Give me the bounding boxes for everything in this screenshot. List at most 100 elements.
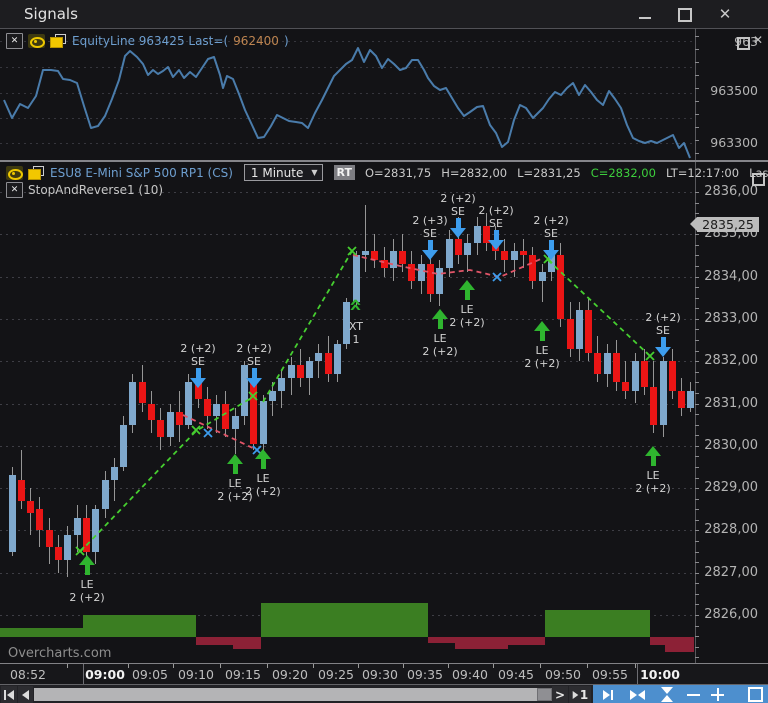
layers-folder-icon[interactable] [28,165,45,180]
compress-view-button[interactable] [623,685,653,703]
signal-label: LE [433,332,447,345]
candle [222,403,230,429]
signals-window: Signals ✕ ✕ EquityLine 963425 Last=(9624… [0,0,768,703]
axis-tick [695,488,699,489]
signal-label: LE [535,344,549,357]
axis-tick [695,520,699,521]
se-signal-arrow [655,337,671,357]
candle [668,361,676,391]
scroll-next-button[interactable]: > [552,686,568,703]
candle [538,272,546,281]
histogram-bar [508,637,545,645]
axis-tick [695,234,699,235]
candle [417,263,425,281]
visibility-eye-icon[interactable] [6,165,23,180]
equity-line [3,47,691,159]
watermark: Overcharts.com [8,646,112,661]
candle [148,403,155,421]
close-button[interactable]: ✕ [712,4,738,24]
candle [55,547,62,560]
histogram-bar [455,637,508,649]
axis-tick [695,49,699,50]
candle [8,475,16,552]
axis-tick [695,88,699,89]
candle [45,530,53,548]
time-axis-tick [128,664,129,668]
price-axis-label: 2833,00 [704,311,758,326]
axis-tick [695,657,699,658]
axis-tick [695,213,699,214]
scrollbar-track[interactable] [34,688,552,701]
scroll-prev-button[interactable] [18,686,33,703]
time-axis-label: 10:00 [640,667,680,682]
axis-tick [695,626,699,627]
candle [27,500,35,514]
fullscreen-button[interactable] [743,685,768,703]
time-axis-label: 09:25 [317,667,355,682]
candle [464,242,472,256]
swing-cross-marker [203,428,213,438]
window-title: Signals [24,5,78,23]
axis-tick [695,308,699,309]
equity-panel-maximize-icon[interactable] [737,37,750,50]
step-forward-button[interactable]: 1 [569,686,591,703]
axis-tick [695,245,699,246]
axis-tick [695,361,699,362]
signal-label: SE [191,355,205,368]
candle [622,382,630,391]
candle [73,517,81,535]
candle [306,361,314,379]
le-signal-arrow [227,454,243,474]
axis-tick [695,573,699,574]
axis-tick [695,192,699,193]
zoom-in-button[interactable] [706,685,730,703]
axis-tick [695,372,699,373]
candle [501,251,509,260]
minimize-button[interactable] [632,4,658,24]
remove-indicator-button[interactable]: ✕ [6,182,23,198]
axis-tick [695,36,699,37]
gridline [0,143,695,144]
histogram-bar [261,603,428,637]
auto-scale-hourglass-button[interactable] [652,685,682,703]
axis-tick [695,382,699,383]
price-axis-label: 2827,00 [704,565,758,580]
time-axis[interactable]: 08:52 09:00 09:05 09:10 09:15 09:20 09:25 09:30… [0,663,768,684]
axis-tick [695,541,699,542]
signal-label: 2 (+2) [245,485,281,498]
axis-tick [695,467,699,468]
time-axis-label: 09:50 [544,667,582,682]
remove-equity-button[interactable]: ✕ [6,33,23,49]
scrollbar-thumb[interactable] [537,688,552,701]
axis-tick [695,298,699,299]
axis-tick [695,615,699,616]
indicator-row: ✕ StopAndReverse1 (10) [6,182,163,198]
title-bar[interactable]: Signals ✕ [0,0,768,29]
scroll-first-button[interactable] [1,686,17,703]
axis-tick [695,530,699,531]
gridline [0,530,695,531]
visibility-eye-icon[interactable] [28,34,45,48]
layers-folder-icon[interactable] [50,34,67,48]
go-to-end-button[interactable] [593,685,623,703]
maximize-button[interactable] [672,4,698,24]
candle [324,352,332,374]
candle [287,365,295,379]
axis-tick [695,647,699,648]
timeframe-dropdown[interactable]: 1 Minute ▼ [243,164,323,181]
zoom-out-button[interactable] [682,685,706,703]
equity-panel-close-icon[interactable]: ✕ [753,33,763,47]
timeframe-value: 1 Minute [250,165,304,180]
time-axis-label: 09:35 [406,667,444,682]
time-axis-label: 09:20 [271,667,309,682]
axis-tick [695,393,699,394]
axis-tick [695,414,699,415]
panel-divider[interactable] [0,160,768,162]
axis-tick [695,562,699,563]
time-axis-tick [587,664,588,668]
axis-tick [695,446,699,447]
equity-axis-label: 963500 [710,83,758,98]
equity-line-label: EquityLine 963425 Last=( [72,34,229,48]
time-axis-tick [220,664,221,668]
quote-lasttime: LT=12:17:00 [665,165,740,180]
